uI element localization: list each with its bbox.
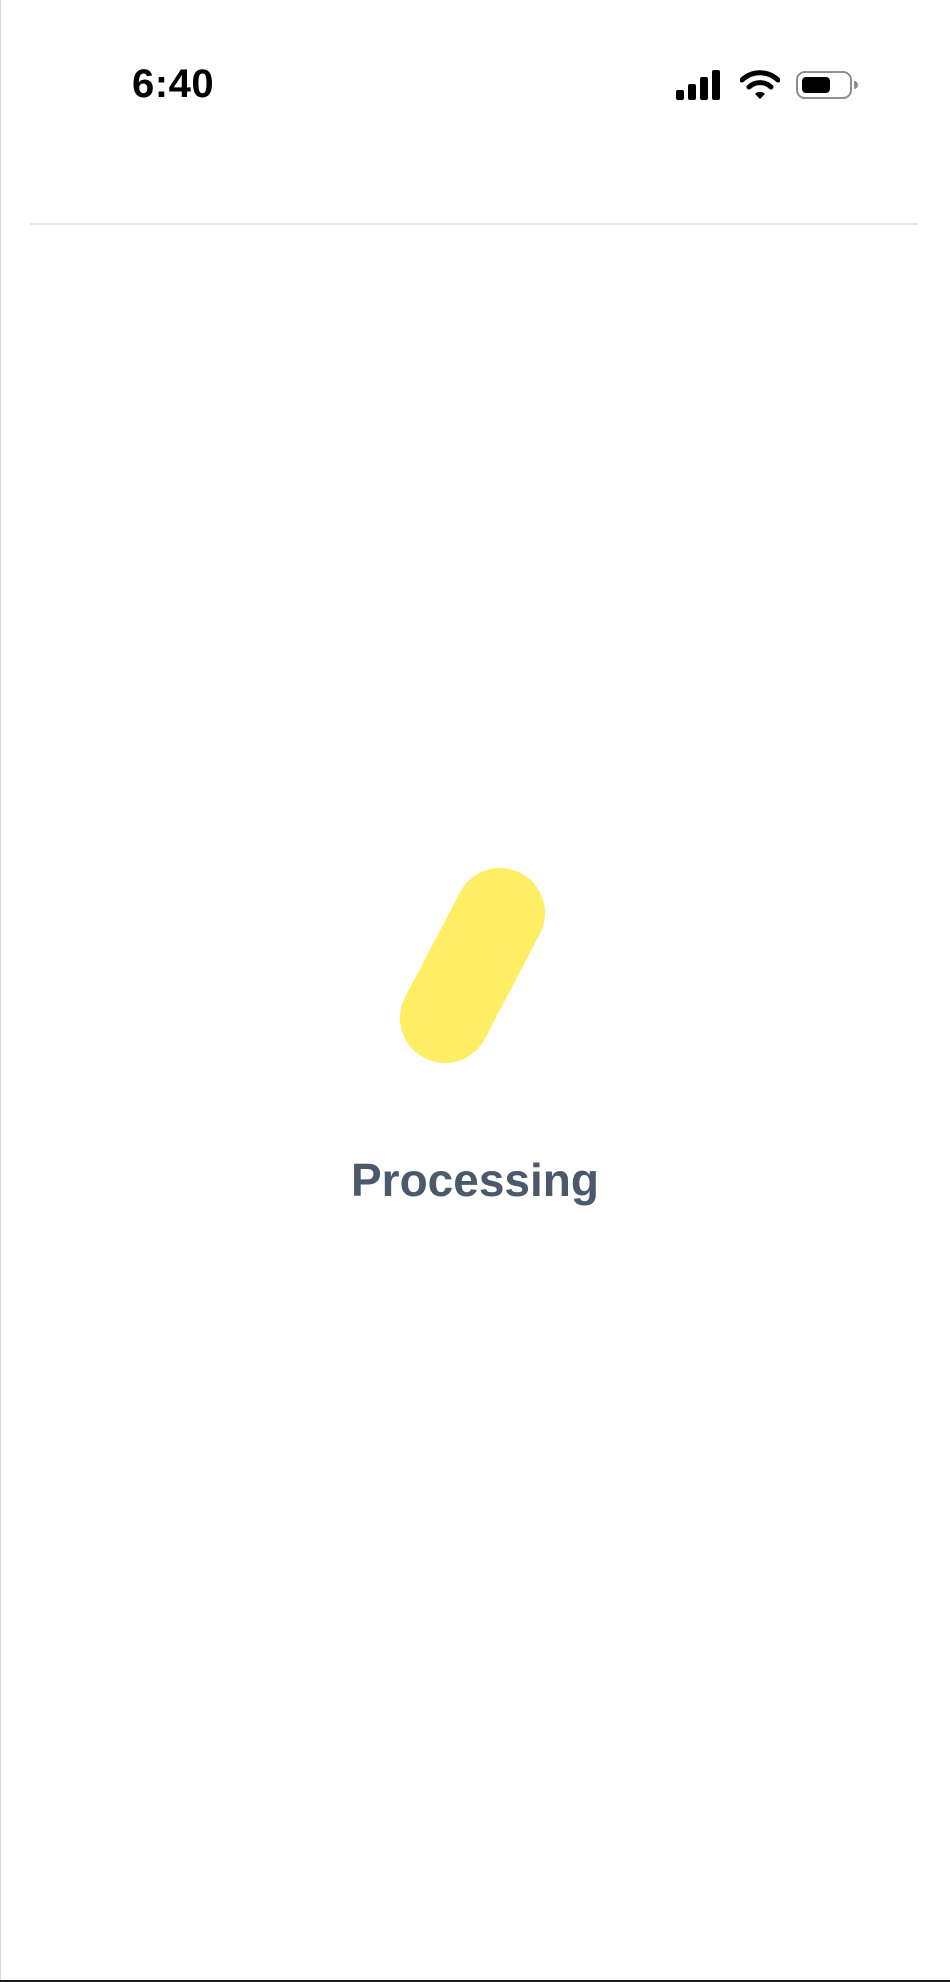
processing-status-text: Processing — [351, 1154, 599, 1206]
status-time: 6:40 — [132, 62, 215, 106]
battery-icon — [796, 70, 858, 105]
screen-edge — [0, 0, 1, 1982]
signal-icon — [676, 69, 722, 105]
status-icons — [676, 69, 858, 105]
status-bar: 6:40 — [0, 0, 950, 175]
wifi-icon — [739, 69, 781, 105]
loading-spinner-icon — [395, 868, 555, 1074]
header-divider — [30, 223, 918, 225]
